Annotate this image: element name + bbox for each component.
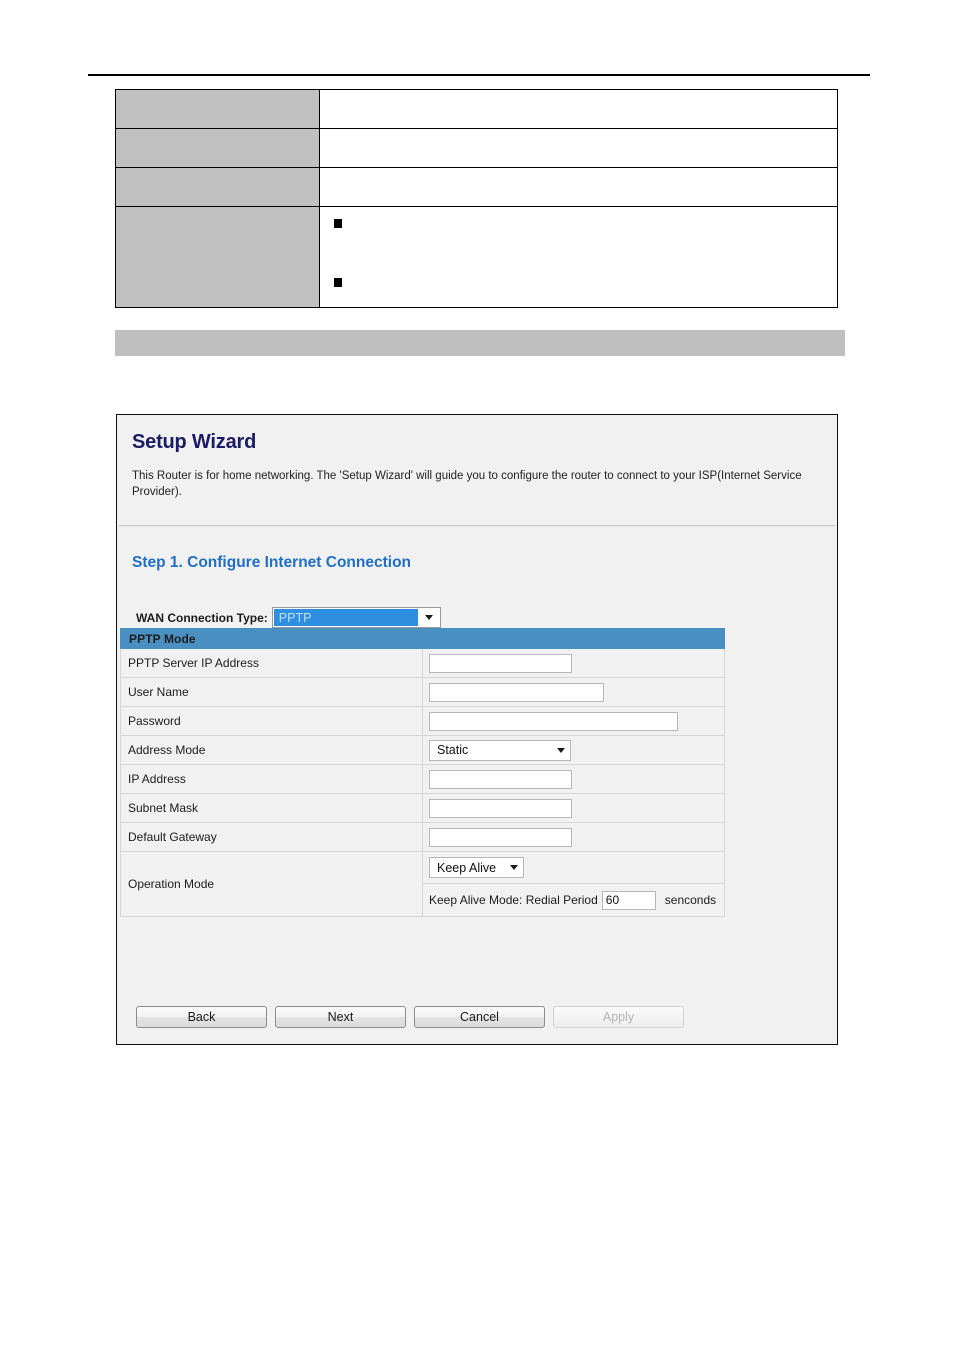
ip-address-input[interactable] — [429, 769, 572, 789]
spec-value-cell — [319, 128, 838, 168]
square-bullet-icon — [334, 219, 342, 228]
form-header-row: PPTP Mode — [120, 628, 725, 649]
user-name-label: User Name — [120, 677, 423, 707]
operation-mode-label: Operation Mode — [120, 851, 423, 917]
spec-bullet-cell — [319, 206, 838, 308]
user-name-input[interactable] — [429, 682, 604, 702]
cancel-button[interactable]: Cancel — [414, 1006, 545, 1028]
spec-label-cell — [115, 167, 320, 207]
password-input[interactable] — [429, 711, 678, 731]
back-button[interactable]: Back — [136, 1006, 267, 1028]
address-mode-select[interactable]: Static — [429, 739, 571, 761]
spec-label-cell — [115, 128, 320, 168]
table-row: IP Address — [120, 764, 725, 794]
subnet-mask-label: Subnet Mask — [120, 793, 423, 823]
redial-period-input[interactable] — [601, 890, 656, 910]
table-row: Address Mode Static — [120, 735, 725, 765]
panel-divider — [119, 525, 835, 527]
wan-connection-type-select[interactable]: PPTP — [271, 607, 441, 628]
address-mode-cell: Static — [422, 735, 725, 765]
subnet-mask-input[interactable] — [429, 798, 572, 818]
password-label: Password — [120, 706, 423, 736]
step-title: Step 1. Configure Internet Connection — [132, 554, 412, 571]
spec-value-cell — [319, 167, 838, 207]
panel-description: This Router is for home networking. The … — [132, 470, 802, 498]
table-row — [115, 89, 838, 129]
spec-label-cell — [115, 89, 320, 129]
pptp-server-ip-input[interactable] — [429, 653, 572, 673]
default-gateway-cell — [422, 822, 725, 852]
wan-connection-type-row: WAN Connection Type: PPTP — [136, 607, 441, 628]
wan-connection-type-label: WAN Connection Type: — [136, 610, 268, 625]
table-row — [115, 128, 838, 168]
table-row-bulleted — [115, 206, 838, 308]
table-row: User Name — [120, 677, 725, 707]
ip-address-cell — [422, 764, 725, 794]
password-cell — [422, 706, 725, 736]
pptp-settings-table: PPTP Mode PPTP Server IP Address User Na… — [120, 628, 725, 917]
wizard-button-row: Back Next Cancel Apply — [136, 1006, 684, 1028]
address-mode-value: Static — [437, 743, 469, 757]
page-title: Setup Wizard — [132, 431, 257, 453]
table-row: PPTP Server IP Address — [120, 648, 725, 678]
pptp-server-ip-label: PPTP Server IP Address — [120, 648, 423, 678]
table-row: Subnet Mask — [120, 793, 725, 823]
section-heading-band — [115, 330, 845, 356]
spec-value-cell — [319, 89, 838, 129]
bullet-item — [334, 278, 823, 287]
redial-period-label: Keep Alive Mode: Redial Period — [429, 893, 598, 907]
ip-address-label: IP Address — [120, 764, 423, 794]
subnet-mask-cell — [422, 793, 725, 823]
user-name-cell — [422, 677, 725, 707]
table-row: Operation Mode Keep Alive Keep Alive Mod… — [120, 851, 725, 917]
operation-mode-cell: Keep Alive Keep Alive Mode: Redial Perio… — [422, 851, 725, 917]
default-gateway-input[interactable] — [429, 827, 572, 847]
spec-table — [115, 89, 838, 308]
keep-alive-settings-row: Keep Alive Mode: Redial Period senconds — [423, 884, 724, 916]
chevron-down-icon — [557, 747, 565, 753]
caret-glyph — [425, 615, 434, 620]
table-row: Password — [120, 706, 725, 736]
apply-button: Apply — [553, 1006, 684, 1028]
table-row — [115, 167, 838, 207]
square-bullet-icon — [334, 278, 342, 287]
form-section-header: PPTP Mode — [120, 628, 725, 649]
default-gateway-label: Default Gateway — [120, 822, 423, 852]
setup-wizard-panel: Setup Wizard This Router is for home net… — [116, 414, 838, 1045]
page-header-rule — [88, 74, 870, 76]
chevron-down-icon[interactable] — [419, 609, 439, 626]
redial-period-unit: senconds — [664, 893, 717, 907]
operation-mode-select-row: Keep Alive — [423, 852, 724, 884]
spec-label-cell — [115, 206, 320, 308]
bullet-item — [334, 219, 823, 228]
chevron-down-icon — [510, 865, 518, 870]
operation-mode-select[interactable]: Keep Alive — [429, 857, 524, 878]
next-button[interactable]: Next — [275, 1006, 406, 1028]
wan-connection-type-value: PPTP — [273, 609, 418, 626]
operation-mode-value: Keep Alive — [437, 860, 497, 875]
pptp-server-ip-cell — [422, 648, 725, 678]
table-row: Default Gateway — [120, 822, 725, 852]
address-mode-label: Address Mode — [120, 735, 423, 765]
